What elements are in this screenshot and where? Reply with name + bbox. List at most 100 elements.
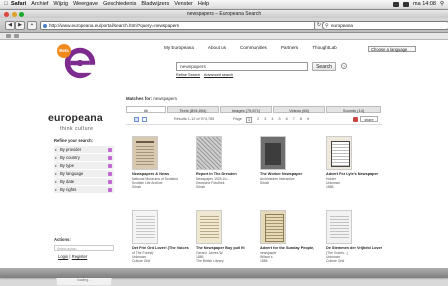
top-sites-icon[interactable] <box>14 34 19 38</box>
expand-icon[interactable] <box>108 147 112 152</box>
result-thumbnail[interactable] <box>196 136 222 170</box>
expand-icon[interactable] <box>108 163 112 168</box>
rss-icon[interactable] <box>353 117 358 122</box>
forward-button[interactable]: ▶ <box>15 21 25 30</box>
menu-weergave[interactable]: Weergave <box>73 0 98 9</box>
zoom-icon[interactable] <box>19 11 24 17</box>
wordmark: europeana <box>48 112 103 124</box>
result-card[interactable]: Report In The Dresden Newspaper 1925 Zu.… <box>196 136 254 189</box>
result-card[interactable]: Advert For Lyle's Newspaper Holder Unkno… <box>326 136 384 189</box>
refine-search-link[interactable]: Refine Search <box>176 73 200 77</box>
search-links: Refine Search Advanced search <box>176 73 236 77</box>
result-thumbnail[interactable] <box>326 136 352 170</box>
tab-videos[interactable]: Videos (66) <box>273 106 325 113</box>
spotlight-icon[interactable]: ⚲ <box>440 0 444 9</box>
page-link[interactable]: 4 <box>271 117 273 123</box>
result-title[interactable]: De Stemmen der Vrijheid Lover <box>326 246 384 251</box>
result-title[interactable]: Advert For Lyle's Newspaper <box>326 172 384 177</box>
wifi-icon[interactable] <box>393 2 400 7</box>
page-link[interactable]: 3 <box>264 117 266 123</box>
tab-sounds[interactable]: Sounds (14) <box>326 106 381 113</box>
advanced-search-link[interactable]: Advanced search <box>204 73 233 77</box>
tab-texts[interactable]: Texts (894,894) <box>167 106 219 113</box>
result-thumbnail[interactable] <box>196 210 222 244</box>
menu-geschiedenis[interactable]: Geschiedenis <box>103 0 136 9</box>
address-bar[interactable]: http://www.europeana.eu/portal/search.ht… <box>40 21 320 30</box>
share-button[interactable]: share <box>360 116 378 122</box>
page-link[interactable]: 2 <box>257 117 259 123</box>
result-card[interactable]: De Stemmen der Vrijheid Lover (The Voice… <box>326 210 384 263</box>
page-link[interactable]: 1 <box>246 117 253 123</box>
language-select[interactable]: Choose a language <box>368 46 416 52</box>
bookmarks-icon[interactable] <box>6 34 11 38</box>
matches-line: Matches for: newspapers <box>126 96 177 101</box>
page-link[interactable]: 9 <box>307 117 309 123</box>
nav-communities[interactable]: Communities <box>240 45 267 50</box>
page-link[interactable]: 5 <box>279 117 281 123</box>
page-link[interactable]: 7 <box>293 117 295 123</box>
facet-date[interactable]: By date <box>54 178 114 186</box>
result-thumbnail[interactable] <box>132 210 158 244</box>
facet-country[interactable]: By country <box>54 154 114 162</box>
bookmarks-bar <box>0 33 448 40</box>
register-link[interactable]: Register <box>72 254 88 259</box>
nav-partners[interactable]: Partners <box>281 45 298 50</box>
result-thumbnail[interactable] <box>260 210 286 244</box>
result-title[interactable]: Advert for the Sunday People, <box>260 246 318 251</box>
search-input[interactable]: newspapers <box>176 62 308 71</box>
nav-thoughtlab[interactable]: ThoughtLab <box>312 45 337 50</box>
matches-term: newspapers <box>153 96 178 101</box>
close-icon[interactable] <box>4 11 9 17</box>
tab-all[interactable]: All <box>126 106 166 113</box>
menu-bladwijzers[interactable]: Bladwijzers <box>141 0 169 9</box>
result-thumbnail[interactable] <box>326 210 352 244</box>
minimize-icon[interactable] <box>11 11 17 17</box>
result-thumbnail[interactable] <box>260 136 286 170</box>
list-view-icon[interactable] <box>142 117 147 122</box>
grid-view-icon[interactable] <box>134 117 139 122</box>
facet-type[interactable]: By type <box>54 162 114 170</box>
nav-about-us[interactable]: About us <box>208 45 226 50</box>
browser-window: newspapers – Europeana Search ◀ ▶ + http… <box>0 10 448 286</box>
title-bar: newspapers – Europeana Search <box>0 10 448 18</box>
facet-label: By date <box>60 179 75 184</box>
expand-icon[interactable] <box>108 171 112 176</box>
actions-heading: Actions: <box>54 237 71 242</box>
result-thumbnail[interactable] <box>132 136 158 170</box>
menu-safari[interactable]: Safari <box>11 0 26 9</box>
apple-icon[interactable]:  <box>4 0 8 9</box>
login-link[interactable]: Login <box>58 254 68 259</box>
facet-language[interactable]: By language <box>54 170 114 178</box>
facet-rights[interactable]: By rights <box>54 186 114 194</box>
actions-select[interactable]: Select action <box>54 245 114 251</box>
expand-icon[interactable] <box>108 179 112 184</box>
clock[interactable]: ma 14:08 <box>413 0 436 9</box>
page-link[interactable]: 8 <box>300 117 302 123</box>
europeana-logo[interactable]: Beta <box>52 44 110 106</box>
help-icon[interactable]: ? <box>341 63 347 69</box>
result-card[interactable]: The Newspaper Boy pull fil Gerard, James… <box>196 210 254 263</box>
add-bookmark-button[interactable]: + <box>27 21 37 30</box>
browser-search-field[interactable]: ⚲ europeana <box>322 21 448 30</box>
back-button[interactable]: ◀ <box>5 21 15 30</box>
result-card[interactable]: Newspapers & News National Museums of Sc… <box>132 136 190 189</box>
menu-help[interactable]: Help <box>198 0 209 9</box>
menu-wijzig[interactable]: Wijzig <box>53 0 68 9</box>
menu-archief[interactable]: Archief <box>31 0 48 9</box>
result-card[interactable]: The Worker Newspaper Archimedes Interact… <box>260 136 318 185</box>
search-button[interactable]: Search <box>312 62 336 71</box>
nav-my-europeana[interactable]: My Europeana <box>164 45 194 50</box>
expand-icon[interactable] <box>108 155 112 160</box>
facet-provider[interactable]: By provider <box>54 146 114 154</box>
facet-label: By country <box>60 155 80 160</box>
result-card[interactable]: Advert for the Sunday People, newspaper … <box>260 210 318 263</box>
menu-venster[interactable]: Venster <box>174 0 193 9</box>
tab-images[interactable]: Images (79,871) <box>220 106 272 113</box>
result-card[interactable]: Det Frie Ord Lover! (The Voices of The F… <box>132 210 190 263</box>
page-link[interactable]: 6 <box>286 117 288 123</box>
expand-icon[interactable] <box>108 187 112 192</box>
result-title[interactable]: Det Frie Ord Lover! (The Voices <box>132 246 190 251</box>
page-label: Page <box>233 117 242 121</box>
battery-icon[interactable] <box>403 2 410 7</box>
refine-sidebar: Refine your search: By provider By count… <box>54 138 114 194</box>
